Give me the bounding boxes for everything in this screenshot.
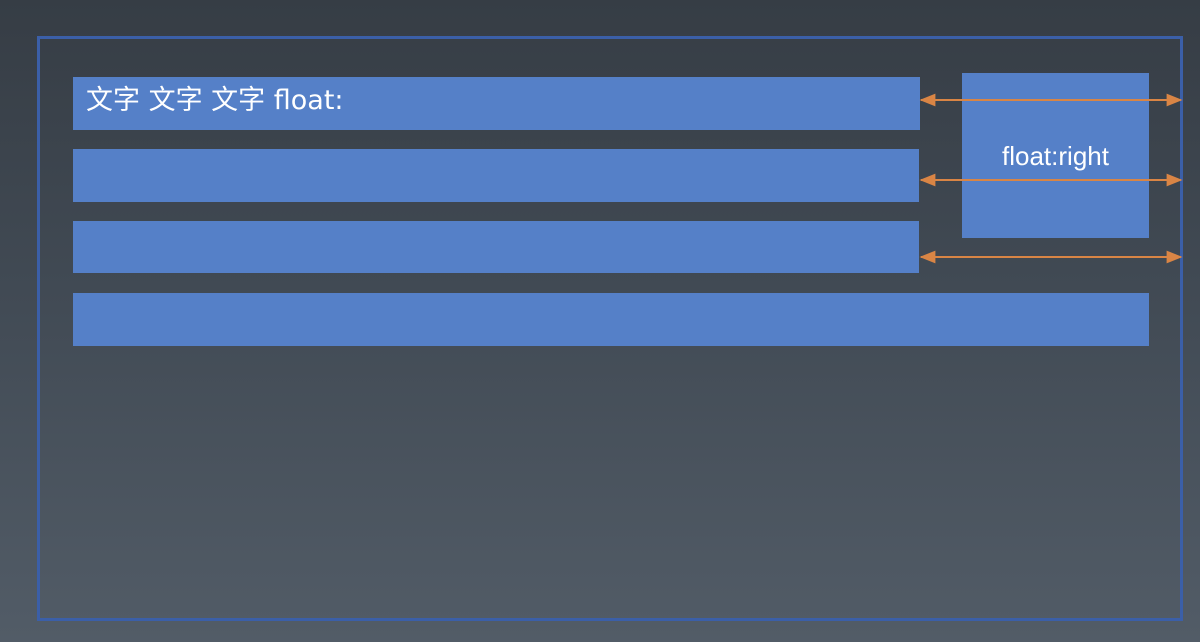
line-box-1-text: 文字 文字 文字 float: (86, 85, 344, 116)
line-box-3 (73, 221, 919, 273)
float-right-box: float:right (962, 73, 1149, 238)
float-right-label: float:right (1002, 140, 1109, 171)
slide-canvas: 文字 文字 文字 float: float:right (0, 0, 1200, 642)
line-box-2 (73, 149, 919, 202)
line-box-1: 文字 文字 文字 float: (73, 77, 920, 130)
line-box-4 (73, 293, 1149, 346)
